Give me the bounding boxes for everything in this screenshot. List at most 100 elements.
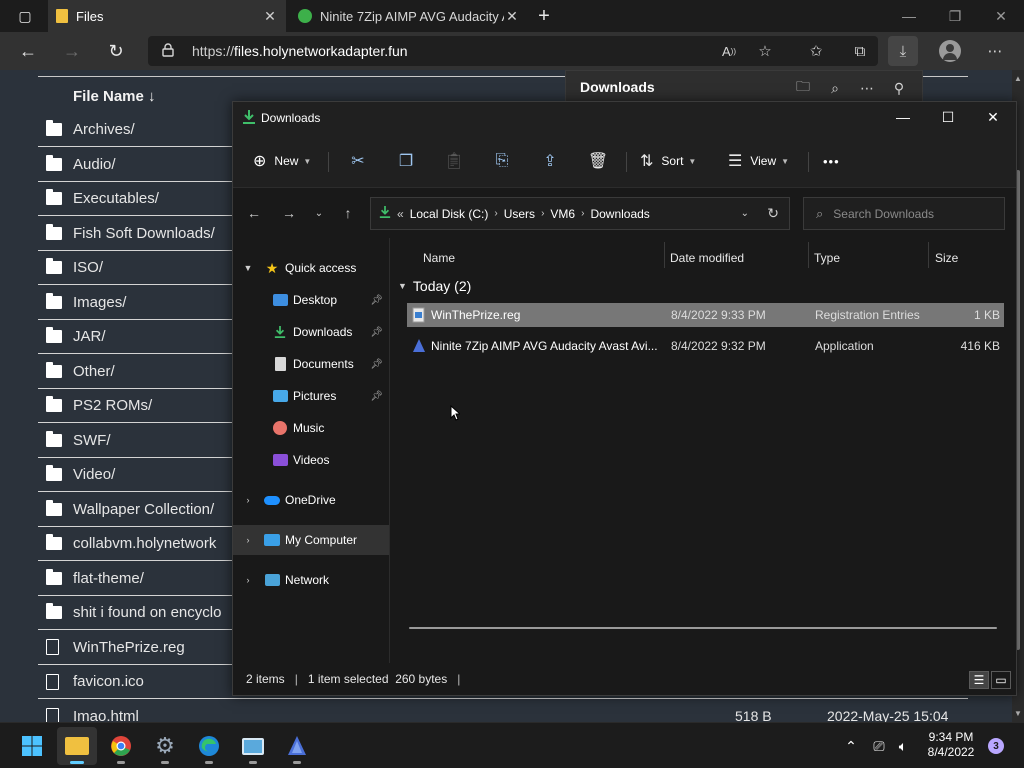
- downloads-icon[interactable]: ⤓: [888, 36, 918, 66]
- file-link[interactable]: PS2 ROMs/: [73, 397, 152, 414]
- column-header-date[interactable]: Date modified: [670, 246, 744, 270]
- scroll-up-icon[interactable]: ▲: [1014, 74, 1022, 83]
- nav-network[interactable]: › Network: [233, 565, 389, 595]
- cut-icon[interactable]: ✂: [343, 146, 373, 176]
- file-link[interactable]: Fish Soft Downloads/: [73, 225, 215, 242]
- nav-desktop[interactable]: Desktop 📌︎: [233, 285, 389, 315]
- profile-avatar[interactable]: [935, 36, 965, 66]
- pin-icon[interactable]: 📌︎: [370, 327, 383, 338]
- column-header-size[interactable]: Size: [935, 246, 958, 270]
- file-link[interactable]: favicon.ico: [73, 673, 144, 690]
- nav-quick-access[interactable]: ▼ ★ Quick access: [233, 253, 389, 283]
- explorer-title-bar[interactable]: Downloads — ☐ ✕: [233, 102, 1016, 134]
- close-icon[interactable]: ✕: [504, 8, 520, 25]
- forward-icon[interactable]: →: [57, 36, 87, 66]
- scroll-down-icon[interactable]: ▼: [1014, 709, 1022, 718]
- file-link[interactable]: flat-theme/: [73, 570, 144, 587]
- file-link[interactable]: shit i found on encyclo: [73, 604, 221, 621]
- breadcrumb-local-disk[interactable]: Local Disk (C:): [410, 207, 489, 221]
- column-header-name[interactable]: Name: [423, 246, 455, 270]
- forward-icon[interactable]: →: [276, 200, 302, 226]
- chevron-right-icon[interactable]: ›: [241, 495, 255, 505]
- taskbar-edge[interactable]: [189, 727, 229, 765]
- chevron-down-icon[interactable]: ▼: [241, 263, 255, 273]
- column-header-file-name[interactable]: File Name ↓: [73, 88, 156, 105]
- search-icon[interactable]: ⌕: [822, 75, 848, 101]
- minimize-icon[interactable]: —: [880, 102, 926, 132]
- close-icon[interactable]: ✕: [262, 8, 278, 25]
- horizontal-scrollbar[interactable]: [409, 627, 997, 629]
- search-input[interactable]: ⌕ Search Downloads: [803, 197, 1005, 230]
- file-row-winprize[interactable]: WinThePrize.reg 8/4/2022 9:33 PM Registr…: [407, 303, 1004, 327]
- file-link[interactable]: Images/: [73, 294, 126, 311]
- close-window-icon[interactable]: ✕: [978, 0, 1024, 32]
- new-tab-button[interactable]: +: [529, 1, 559, 31]
- taskbar-settings[interactable]: ⚙: [145, 727, 185, 765]
- file-link[interactable]: collabvm.holynetwork: [73, 535, 216, 552]
- group-header-today[interactable]: ▼ Today (2): [398, 278, 471, 294]
- file-link[interactable]: WinThePrize.reg: [73, 639, 185, 656]
- taskbar-file-explorer[interactable]: [57, 727, 97, 765]
- file-link[interactable]: ISO/: [73, 259, 103, 276]
- new-button[interactable]: ⊕ New ▼: [253, 146, 311, 176]
- chevron-down-icon[interactable]: ▼: [398, 281, 407, 291]
- recent-locations-icon[interactable]: ⌄: [306, 200, 332, 226]
- column-header-type[interactable]: Type: [814, 246, 840, 270]
- file-link[interactable]: Archives/: [73, 121, 135, 138]
- taskbar-remote-desktop[interactable]: [233, 727, 273, 765]
- file-link[interactable]: Video/: [73, 466, 115, 483]
- chevron-down-icon[interactable]: ⌄: [741, 208, 749, 219]
- list-item[interactable]: Imao.html 518 B 2022-May-25 15:04: [38, 700, 968, 723]
- share-icon[interactable]: ⇪: [535, 146, 565, 176]
- nav-music[interactable]: Music: [233, 413, 389, 443]
- breadcrumb-downloads[interactable]: Downloads: [590, 207, 649, 221]
- tab-files[interactable]: Files ✕: [48, 0, 286, 32]
- view-button[interactable]: ☰ View ▼: [728, 146, 789, 176]
- file-link[interactable]: Wallpaper Collection/: [73, 501, 214, 518]
- add-favorite-icon[interactable]: ☆: [750, 36, 780, 66]
- pin-icon[interactable]: ⚲: [886, 75, 912, 101]
- chevron-right-icon[interactable]: ›: [241, 575, 255, 585]
- nav-pictures[interactable]: Pictures 📌︎: [233, 381, 389, 411]
- thumbnails-view-icon[interactable]: ▭: [991, 671, 1011, 689]
- volume-icon[interactable]: 🔈︎: [892, 735, 914, 757]
- chevron-up-icon[interactable]: ⌃: [840, 735, 862, 757]
- refresh-icon[interactable]: ↻: [767, 205, 779, 222]
- see-more-button[interactable]: •••: [823, 146, 840, 176]
- pin-icon[interactable]: 📌︎: [370, 391, 383, 402]
- read-aloud-icon[interactable]: A)): [714, 36, 744, 66]
- file-link[interactable]: Imao.html: [73, 708, 139, 723]
- breadcrumb[interactable]: « Local Disk (C:) › Users › VM6 › Downlo…: [370, 197, 790, 230]
- up-icon[interactable]: ↑: [335, 200, 361, 226]
- back-icon[interactable]: ←: [241, 200, 267, 226]
- breadcrumb-users[interactable]: Users: [504, 207, 535, 221]
- open-folder-icon[interactable]: 🗀: [790, 75, 816, 101]
- file-row-ninite[interactable]: Ninite 7Zip AIMP AVG Audacity Avast Avi.…: [407, 334, 1004, 358]
- copy-icon[interactable]: ❐: [391, 146, 421, 176]
- delete-icon[interactable]: 🗑︎: [583, 146, 613, 176]
- breadcrumb-vm6[interactable]: VM6: [550, 207, 575, 221]
- taskbar-chrome[interactable]: [101, 727, 141, 765]
- chevron-right-icon[interactable]: ›: [581, 208, 584, 219]
- system-clock[interactable]: 9:34 PM 8/4/2022: [918, 730, 984, 760]
- chevron-right-icon[interactable]: ›: [541, 208, 544, 219]
- start-button[interactable]: [12, 727, 52, 765]
- sort-button[interactable]: ⇅ Sort ▼: [640, 146, 696, 176]
- details-view-icon[interactable]: ☰: [969, 671, 989, 689]
- paste-icon[interactable]: 📋︎: [439, 146, 469, 176]
- pin-icon[interactable]: 📌︎: [370, 359, 383, 370]
- file-link[interactable]: Audio/: [73, 156, 116, 173]
- rename-icon[interactable]: ⎘: [487, 146, 517, 176]
- pin-icon[interactable]: 📌︎: [370, 295, 383, 306]
- nav-documents[interactable]: Documents 📌︎: [233, 349, 389, 379]
- nav-onedrive[interactable]: › OneDrive: [233, 485, 389, 515]
- notification-badge[interactable]: 3: [988, 738, 1004, 754]
- tab-ninite[interactable]: Ninite 7Zip AIMP AVG Audacity A ✕: [290, 0, 528, 32]
- restore-icon[interactable]: ❐: [932, 0, 978, 32]
- column-divider[interactable]: [808, 242, 809, 268]
- refresh-icon[interactable]: ↻: [101, 36, 131, 66]
- chevron-right-icon[interactable]: ›: [241, 535, 255, 545]
- more-menu-icon[interactable]: ⋯: [980, 36, 1010, 66]
- favorites-icon[interactable]: ✩: [801, 36, 831, 66]
- maximize-icon[interactable]: ☐: [925, 102, 971, 132]
